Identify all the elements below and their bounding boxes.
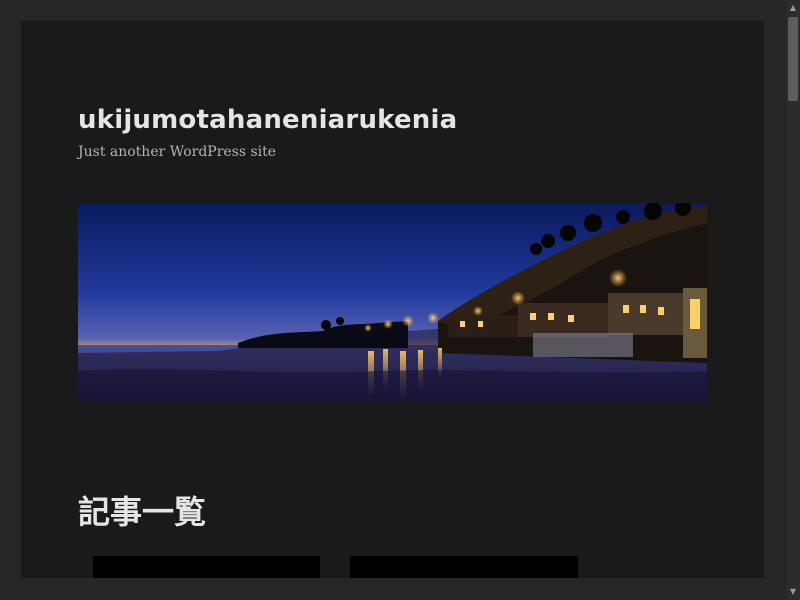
site-tagline: Just another WordPress site xyxy=(78,144,277,160)
scroll-up-arrow-icon[interactable]: ▲ xyxy=(786,1,800,15)
section-heading-articles: 記事一覧 xyxy=(78,493,207,531)
site-title-link[interactable]: ukijumotahaneniarukenia xyxy=(78,105,457,135)
page-bottom-margin xyxy=(0,578,786,600)
vertical-scrollbar[interactable]: ▲ ▼ xyxy=(786,0,800,600)
post-card[interactable] xyxy=(93,556,320,578)
post-card[interactable] xyxy=(350,556,578,578)
scroll-down-arrow-icon[interactable]: ▼ xyxy=(786,585,800,599)
header-image xyxy=(78,203,707,402)
scrollbar-thumb[interactable] xyxy=(788,17,798,101)
site-content-panel: ukijumotahaneniarukenia Just another Wor… xyxy=(21,21,764,578)
